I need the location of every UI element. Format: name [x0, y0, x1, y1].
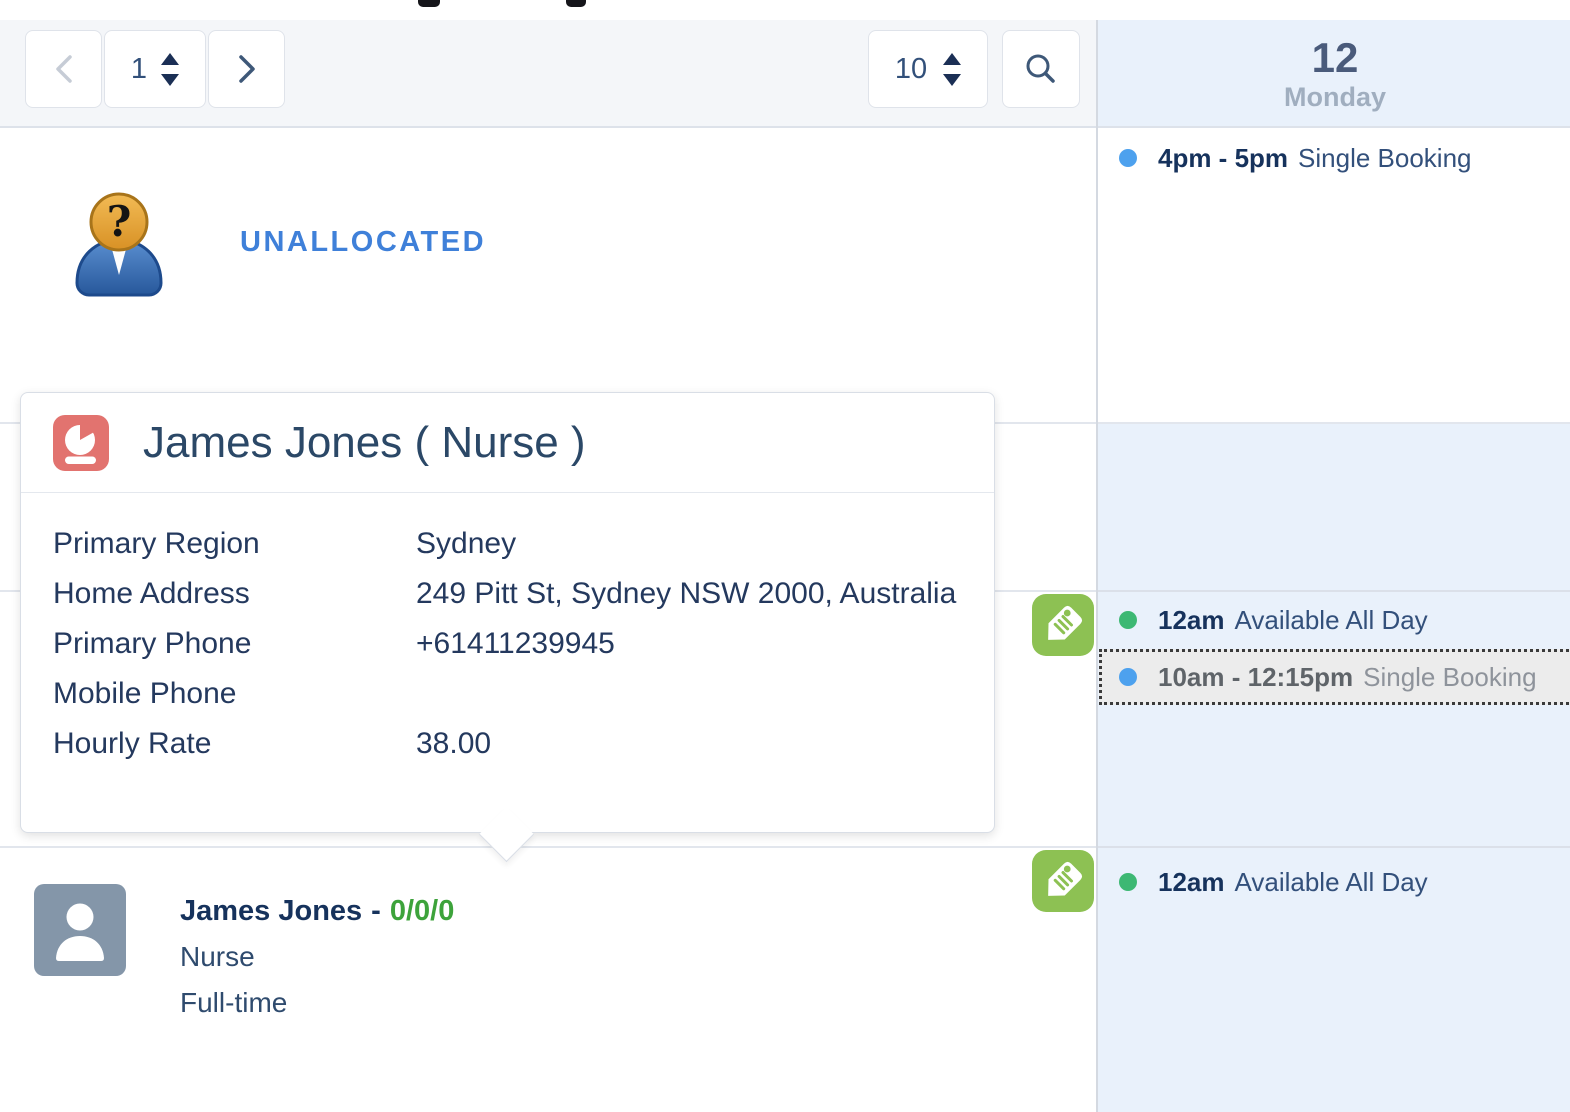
- chevron-right-icon: [238, 55, 255, 83]
- field-hourly-rate: Hourly Rate 38.00: [53, 719, 964, 769]
- resource-counts: 0/0/0: [389, 895, 455, 927]
- booking-dot-icon: [1119, 149, 1137, 167]
- event-single-booking-selected[interactable]: 10am - 12:15pm Single Booking: [1099, 649, 1570, 705]
- calendar-cell[interactable]: [1098, 424, 1570, 592]
- resource-avatar-icon: [34, 884, 126, 976]
- resource-name[interactable]: James Jones: [180, 895, 362, 927]
- stepper-down-icon[interactable]: [943, 73, 962, 86]
- page-number-stepper[interactable]: 1: [104, 30, 206, 108]
- field-mobile-phone: Mobile Phone: [53, 669, 964, 719]
- event-available-all-day[interactable]: 12am Available All Day: [1119, 602, 1428, 638]
- unallocated-label[interactable]: UNALLOCATED: [240, 226, 486, 259]
- event-time: 12am: [1158, 866, 1225, 897]
- field-primary-phone: Primary Phone +61411239945: [53, 619, 964, 669]
- resource-list-toolbar: 1 10: [0, 20, 1096, 128]
- resource-name-line: James Jones -0/0/0: [180, 888, 454, 934]
- field-value: +61411239945: [416, 627, 615, 660]
- previous-page-button[interactable]: [25, 30, 102, 108]
- resource-employment: Full-time: [180, 987, 288, 1018]
- field-label: Home Address: [53, 577, 250, 610]
- field-primary-region: Primary Region Sydney: [53, 519, 964, 569]
- event-available-all-day[interactable]: 12am Available All Day: [1119, 864, 1428, 900]
- chevron-left-icon: [55, 55, 72, 83]
- field-value: 249 Pitt St, Sydney NSW 2000, Australia: [416, 577, 957, 610]
- event-single-booking[interactable]: 4pm - 5pm Single Booking: [1119, 140, 1472, 176]
- day-name: Monday: [1283, 82, 1386, 112]
- calendar-day-column: 12 Monday 4pm - 5pm Single Booking 12am …: [1096, 0, 1570, 1112]
- top-edge-strip: [0, 0, 1570, 20]
- booking-dot-icon: [1119, 668, 1137, 686]
- page-size-value: 10: [894, 52, 928, 85]
- field-label: Primary Phone: [53, 627, 252, 660]
- event-title: Available All Day: [1234, 604, 1428, 635]
- popover-title: James Jones ( Nurse ): [143, 417, 586, 467]
- event-time: 4pm - 5pm: [1158, 142, 1289, 173]
- popover-body: Primary Region Sydney Home Address 249 P…: [21, 493, 994, 769]
- page-number-value: 1: [130, 52, 148, 85]
- search-button[interactable]: [1002, 30, 1080, 108]
- field-label: Hourly Rate: [53, 727, 212, 760]
- event-title: Available All Day: [1234, 866, 1428, 897]
- cropped-text-artifact: [566, 0, 586, 7]
- resource-row-james-jones[interactable]: [0, 848, 1096, 1112]
- field-label: Mobile Phone: [53, 677, 237, 710]
- stepper-down-icon[interactable]: [161, 73, 180, 86]
- page-size-stepper[interactable]: 10: [868, 30, 988, 108]
- field-value: 38.00: [416, 727, 492, 760]
- popover-header: James Jones ( Nurse ): [21, 393, 994, 493]
- tag-icon: [1032, 850, 1094, 912]
- next-page-button[interactable]: [208, 30, 285, 108]
- resource-separator: -: [371, 895, 381, 927]
- event-time: 10am - 12:15pm: [1158, 661, 1354, 692]
- resource-info: James Jones -0/0/0 Nurse Full-time: [180, 888, 454, 1026]
- svg-text:?: ?: [107, 197, 132, 246]
- tag-icon: [1032, 594, 1094, 656]
- stepper-up-icon[interactable]: [943, 52, 962, 65]
- event-title: Single Booking: [1363, 661, 1537, 692]
- unallocated-avatar-icon: ?: [75, 192, 163, 297]
- resource-role: Nurse: [180, 941, 255, 972]
- scheduler-screen: 1 10 ? UNALLOCATED James Jones - 0/0/0 N…: [0, 0, 1570, 1112]
- event-title: Single Booking: [1298, 142, 1472, 173]
- field-label: Primary Region: [53, 527, 260, 560]
- stepper-up-icon[interactable]: [161, 52, 180, 65]
- day-number: 12: [1311, 34, 1359, 81]
- cropped-text-artifact: [418, 0, 440, 7]
- resource-details-popover: James Jones ( Nurse ) Primary Region Syd…: [20, 392, 995, 833]
- search-icon: [1026, 54, 1055, 83]
- stepper-arrows[interactable]: [161, 52, 180, 86]
- stepper-arrows[interactable]: [943, 52, 962, 86]
- calendar-day-header[interactable]: 12 Monday: [1098, 20, 1570, 128]
- availability-dot-icon: [1119, 873, 1137, 891]
- availability-dot-icon: [1119, 611, 1137, 629]
- field-value: Sydney: [416, 527, 517, 560]
- field-home-address: Home Address 249 Pitt St, Sydney NSW 200…: [53, 569, 964, 619]
- event-time: 12am: [1158, 604, 1225, 635]
- service-resource-icon: [53, 414, 109, 471]
